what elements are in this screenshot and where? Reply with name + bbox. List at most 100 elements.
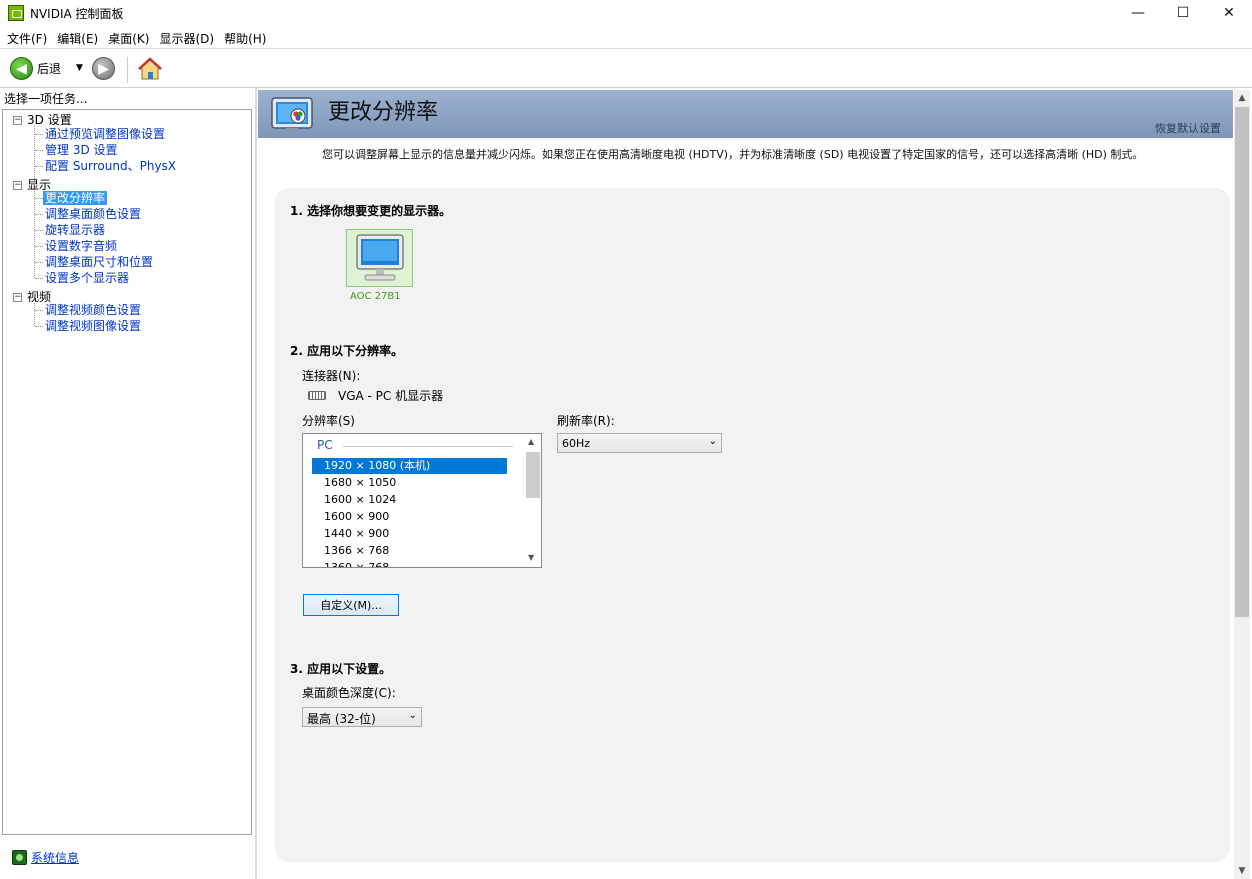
tree-item-change-resolution[interactable]: 更改分辨率 — [43, 191, 108, 205]
resolution-list[interactable]: PC 1920 × 1080 (本机) 1680 × 1050 1600 × 1… — [302, 433, 542, 568]
tree-line — [35, 246, 43, 247]
system-info-link[interactable]: 系统信息 — [12, 849, 79, 866]
home-icon — [138, 57, 162, 80]
tree-line — [35, 214, 43, 215]
monitor-selector[interactable] — [346, 229, 413, 287]
tree-group-display[interactable]: 显示 — [27, 178, 51, 192]
scroll-down-arrow-icon[interactable]: ▼ — [1234, 863, 1250, 879]
menu-bar: 文件(F) 编辑(E) 桌面(K) 显示器(D) 帮助(H) — [0, 28, 1252, 48]
display-settings-icon — [271, 97, 313, 132]
refresh-rate-value: 60Hz — [562, 437, 591, 450]
back-button[interactable]: ◀ 后退 — [10, 57, 61, 80]
color-depth-label: 桌面颜色深度(C): — [302, 686, 396, 700]
color-depth-select[interactable]: 最高 (32-位) ⌄ — [302, 707, 422, 727]
tree-item-digital-audio[interactable]: 设置数字音频 — [45, 239, 117, 253]
connector-info: VGA - PC 机显示器 — [308, 387, 443, 404]
page-description: 您可以调整屏幕上显示的信息量并减少闪烁。如果您正在使用高清晰度电视 (HDTV)… — [322, 148, 1144, 161]
minimize-button[interactable]: — — [1115, 0, 1161, 26]
step2-title: 2. 应用以下分辨率。 — [290, 344, 404, 358]
back-dropdown-icon[interactable]: ▼ — [76, 63, 83, 73]
connector-label: 连接器(N): — [302, 369, 361, 383]
tree-item-preview-image[interactable]: 通过预览调整图像设置 — [45, 127, 165, 141]
resolution-option[interactable]: 1600 × 900 — [312, 509, 507, 525]
menu-edit[interactable]: 编辑(E) — [52, 28, 103, 48]
forward-arrow-icon: ▶ — [92, 57, 115, 80]
resolution-option[interactable]: 1440 × 900 — [312, 526, 507, 542]
resolution-option[interactable]: 1366 × 768 — [312, 543, 507, 559]
tree-line — [34, 303, 35, 326]
tree-line — [35, 198, 43, 199]
resolution-list-scrollbar[interactable]: ▲ ▼ — [525, 435, 541, 567]
resolution-label: 分辨率(S) — [302, 414, 355, 428]
task-panel-header: 选择一项任务... — [4, 92, 88, 106]
back-arrow-icon: ◀ — [10, 57, 33, 80]
refresh-label: 刷新率(R): — [557, 414, 615, 428]
tree-line — [35, 278, 43, 279]
page-banner: 更改分辨率 恢复默认设置 — [258, 90, 1233, 138]
tree-line — [35, 262, 43, 263]
tree-collapse-toggle[interactable]: − — [13, 116, 22, 125]
tree-item-desktop-size[interactable]: 调整桌面尺寸和位置 — [45, 255, 153, 269]
main-scrollbar[interactable]: ▲ ▼ — [1234, 90, 1250, 879]
back-label: 后退 — [37, 62, 62, 76]
maximize-button[interactable]: ☐ — [1160, 0, 1206, 26]
menu-display[interactable]: 显示器(D) — [154, 28, 219, 48]
refresh-rate-select[interactable]: 60Hz ⌄ — [557, 433, 722, 453]
toolbar-separator — [127, 57, 128, 83]
group-divider — [343, 446, 513, 447]
tree-group-video[interactable]: 视频 — [27, 290, 51, 304]
scroll-down-arrow-icon[interactable]: ▼ — [528, 553, 534, 562]
tree-collapse-toggle[interactable]: − — [13, 181, 22, 190]
connector-value: VGA - PC 机显示器 — [338, 389, 444, 403]
monitor-name: AOC 27B1 — [350, 291, 401, 302]
tree-item-video-color[interactable]: 调整视频颜色设置 — [45, 303, 141, 317]
resolution-option[interactable]: 1680 × 1050 — [312, 475, 507, 491]
close-button[interactable]: ✕ — [1206, 0, 1252, 26]
customize-button[interactable]: 自定义(M)... — [303, 594, 399, 616]
vga-connector-icon — [308, 391, 326, 400]
task-tree: − 3D 设置 通过预览调整图像设置 管理 3D 设置 配置 Surround、… — [2, 109, 252, 835]
panel-splitter[interactable] — [255, 88, 257, 879]
resolution-option[interactable]: 1600 × 1024 — [312, 492, 507, 508]
resolution-option[interactable]: 1360 × 768 — [312, 560, 507, 567]
monitor-icon — [356, 234, 404, 281]
menu-desktop[interactable]: 桌面(K) — [103, 28, 154, 48]
restore-defaults-link[interactable]: 恢复默认设置 — [1155, 120, 1221, 136]
tree-line — [35, 150, 43, 151]
menu-file[interactable]: 文件(F) — [2, 28, 52, 48]
window-title: NVIDIA 控制面板 — [30, 7, 124, 21]
tree-item-rotate-display[interactable]: 旋转显示器 — [45, 223, 105, 237]
tree-group-3d[interactable]: 3D 设置 — [27, 113, 72, 127]
chevron-down-icon: ⌄ — [408, 710, 417, 721]
tree-item-video-image[interactable]: 调整视频图像设置 — [45, 319, 141, 333]
tree-item-multiple-displays[interactable]: 设置多个显示器 — [45, 271, 129, 285]
tree-item-manage-3d[interactable]: 管理 3D 设置 — [45, 143, 118, 157]
tree-line — [35, 310, 43, 311]
resolution-option[interactable]: 1920 × 1080 (本机) — [312, 458, 507, 474]
menu-help[interactable]: 帮助(H) — [219, 28, 271, 48]
tree-line — [35, 166, 43, 167]
scroll-up-arrow-icon[interactable]: ▲ — [528, 437, 534, 446]
forward-button[interactable]: ▶ — [92, 57, 115, 80]
resolution-scroll-thumb[interactable] — [526, 452, 540, 498]
tree-line — [35, 230, 43, 231]
step3-title: 3. 应用以下设置。 — [290, 662, 392, 676]
home-button[interactable] — [137, 56, 163, 82]
resolution-group-header: PC — [317, 438, 333, 452]
tree-line — [35, 134, 43, 135]
scroll-thumb[interactable] — [1235, 107, 1249, 617]
title-bar: NVIDIA 控制面板 — ☐ ✕ — [0, 0, 1252, 26]
tree-line — [34, 191, 35, 278]
tree-collapse-toggle[interactable]: − — [13, 293, 22, 302]
tree-line — [35, 326, 43, 327]
system-info-label: 系统信息 — [31, 851, 80, 865]
tree-item-desktop-color[interactable]: 调整桌面颜色设置 — [45, 207, 141, 221]
tree-item-surround-physx[interactable]: 配置 Surround、PhysX — [45, 159, 176, 173]
step1-title: 1. 选择你想要变更的显示器。 — [290, 204, 452, 218]
chevron-down-icon: ⌄ — [708, 436, 717, 447]
scroll-up-arrow-icon[interactable]: ▲ — [1234, 90, 1250, 106]
nvidia-app-icon — [8, 5, 24, 21]
system-info-icon — [12, 850, 27, 865]
page-title: 更改分辨率 — [328, 100, 439, 125]
color-depth-value: 最高 (32-位) — [307, 712, 376, 726]
